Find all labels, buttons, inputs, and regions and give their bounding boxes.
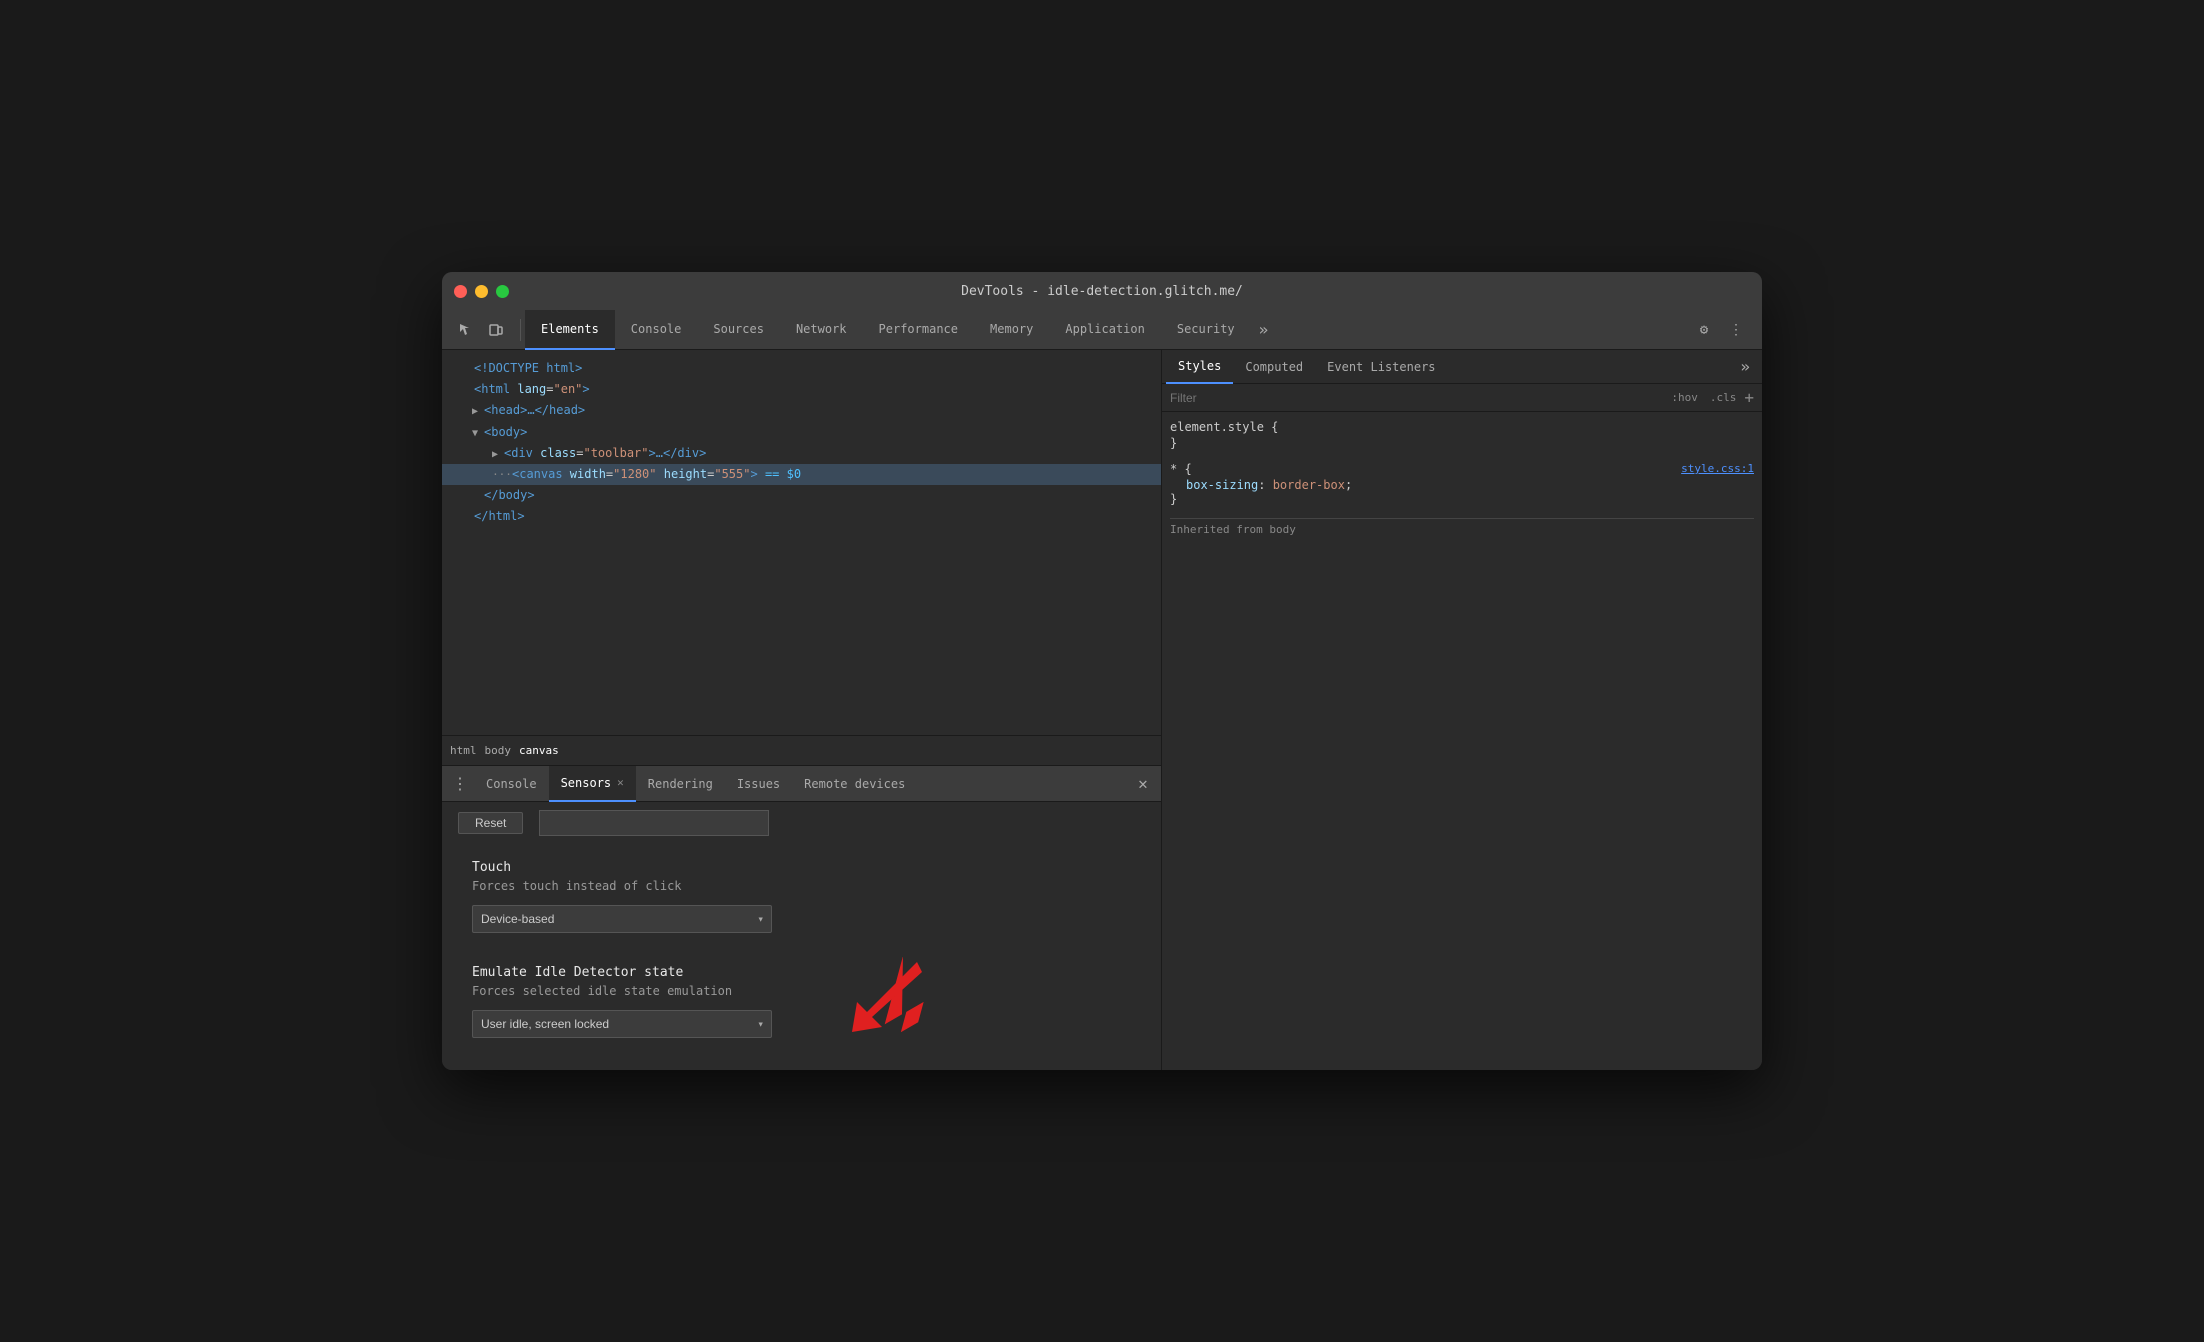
traffic-lights [454,285,509,298]
style-closing-brace: } [1170,436,1754,450]
sensors-panel: Reset Touch Forces touch instead of clic… [442,802,1161,1070]
touch-select-wrapper: Device-based Force enabled Force disable… [472,905,772,933]
style-rule-universal: * { style.css:1 box-sizing: border-box; … [1170,462,1754,506]
reset-row: Reset [442,802,1161,844]
cls-button[interactable]: .cls [1706,390,1741,405]
bottom-panel: ⋮ Console Sensors ✕ Rendering Issues [442,765,1161,1070]
window-title: DevTools - idle-detection.glitch.me/ [961,284,1243,299]
idle-detector-title: Emulate Idle Detector state [472,965,1131,980]
touch-section: Touch Forces touch instead of click Devi… [442,844,1161,949]
styles-tabs-overflow[interactable]: » [1732,357,1758,376]
tab-elements[interactable]: Elements [525,310,615,350]
close-bottom-panel-icon[interactable]: ✕ [1129,770,1157,798]
tabs-overflow-icon[interactable]: » [1251,320,1277,339]
tab-console[interactable]: Console [615,310,698,350]
toolbar-separator [520,319,521,341]
style-selector-element: element.style { [1170,420,1754,434]
reset-button[interactable]: Reset [458,812,523,834]
toolbar-icon-group [446,316,516,344]
idle-detector-description: Forces selected idle state emulation [472,984,1131,998]
dom-line-html: <html lang="en"> [442,379,1161,400]
titlebar: DevTools - idle-detection.glitch.me/ [442,272,1762,310]
tab-network[interactable]: Network [780,310,863,350]
bottom-tab-remote-devices[interactable]: Remote devices [792,766,917,802]
dom-line-head[interactable]: ▶<head>…</head> [442,400,1161,421]
close-button[interactable] [454,285,467,298]
bottom-tab-console[interactable]: Console [474,766,549,802]
inspect-icon[interactable] [452,316,480,344]
styles-filter-bar: :hov .cls + [1162,384,1762,412]
touch-description: Forces touch instead of click [472,879,1131,893]
idle-detector-select-wrapper: No idle emulation User active, screen un… [472,1010,772,1038]
tab-application[interactable]: Application [1049,310,1160,350]
bottom-tab-issues[interactable]: Issues [725,766,792,802]
idle-detector-section: Emulate Idle Detector state Forces selec… [442,949,1161,1054]
styles-content: element.style { } * { style.css:1 box-si… [1162,412,1762,1070]
dom-line-body-close: </body> [442,485,1161,506]
close-sensors-icon[interactable]: ✕ [617,776,624,789]
main-tabs: Elements Console Sources Network Perform… [525,310,1251,350]
main-content: <!DOCTYPE html> <html lang="en"> ▶<head>… [442,350,1762,1070]
style-body-universal: box-sizing: border-box; [1170,478,1754,492]
dom-line-doctype: <!DOCTYPE html> [442,358,1161,379]
devtools-window: DevTools - idle-detection.glitch.me/ Ele… [442,272,1762,1070]
style-prop-box-sizing: box-sizing: border-box; [1186,478,1754,492]
touch-title: Touch [472,860,1131,875]
dom-line-html-close: </html> [442,506,1161,527]
bottom-tabs-bar: ⋮ Console Sensors ✕ Rendering Issues [442,766,1161,802]
style-selector-universal: * { style.css:1 [1170,462,1754,476]
styles-tab-event-listeners[interactable]: Event Listeners [1315,350,1447,384]
tab-sources[interactable]: Sources [697,310,780,350]
styles-tab-computed[interactable]: Computed [1233,350,1315,384]
styles-tabs: Styles Computed Event Listeners » [1162,350,1762,384]
dom-line-canvas[interactable]: ···<canvas width="1280" height="555"> ==… [442,464,1161,485]
minimize-button[interactable] [475,285,488,298]
main-toolbar: Elements Console Sources Network Perform… [442,310,1762,350]
device-mode-icon[interactable] [482,316,510,344]
styles-filter-right: :hov .cls + [1667,390,1754,406]
bottom-more-icon[interactable]: ⋮ [446,770,474,798]
breadcrumb: html body canvas [442,735,1161,765]
tab-security[interactable]: Security [1161,310,1251,350]
idle-detector-select[interactable]: No idle emulation User active, screen un… [472,1010,772,1038]
toolbar-right: ⚙ ⋮ [1690,316,1758,344]
inherited-from-label: Inherited from body [1170,518,1754,536]
tab-performance[interactable]: Performance [863,310,974,350]
style-universal-closing: } [1170,492,1754,506]
bottom-tab-rendering[interactable]: Rendering [636,766,725,802]
location-input-area[interactable] [539,810,769,836]
more-options-icon[interactable]: ⋮ [1722,316,1750,344]
breadcrumb-body[interactable]: body [485,744,512,757]
tab-memory[interactable]: Memory [974,310,1049,350]
add-style-rule-button[interactable]: + [1744,390,1754,406]
styles-filter-input[interactable] [1170,391,1667,405]
bottom-tab-sensors[interactable]: Sensors ✕ [549,766,636,802]
settings-icon[interactable]: ⚙ [1690,316,1718,344]
style-rule-element: element.style { } [1170,420,1754,450]
dom-panel: <!DOCTYPE html> <html lang="en"> ▶<head>… [442,350,1162,1070]
styles-tab-styles[interactable]: Styles [1166,350,1233,384]
maximize-button[interactable] [496,285,509,298]
breadcrumb-canvas[interactable]: canvas [519,744,559,757]
dom-tree[interactable]: <!DOCTYPE html> <html lang="en"> ▶<head>… [442,350,1161,735]
dom-line-div[interactable]: ▶<div class="toolbar">…</div> [442,443,1161,464]
touch-select[interactable]: Device-based Force enabled Force disable… [472,905,772,933]
dom-line-body[interactable]: ▼<body> [442,422,1161,443]
styles-panel: Styles Computed Event Listeners » :hov .… [1162,350,1762,1070]
style-source-link[interactable]: style.css:1 [1681,462,1754,475]
hov-button[interactable]: :hov [1667,390,1702,405]
breadcrumb-html[interactable]: html [450,744,477,757]
